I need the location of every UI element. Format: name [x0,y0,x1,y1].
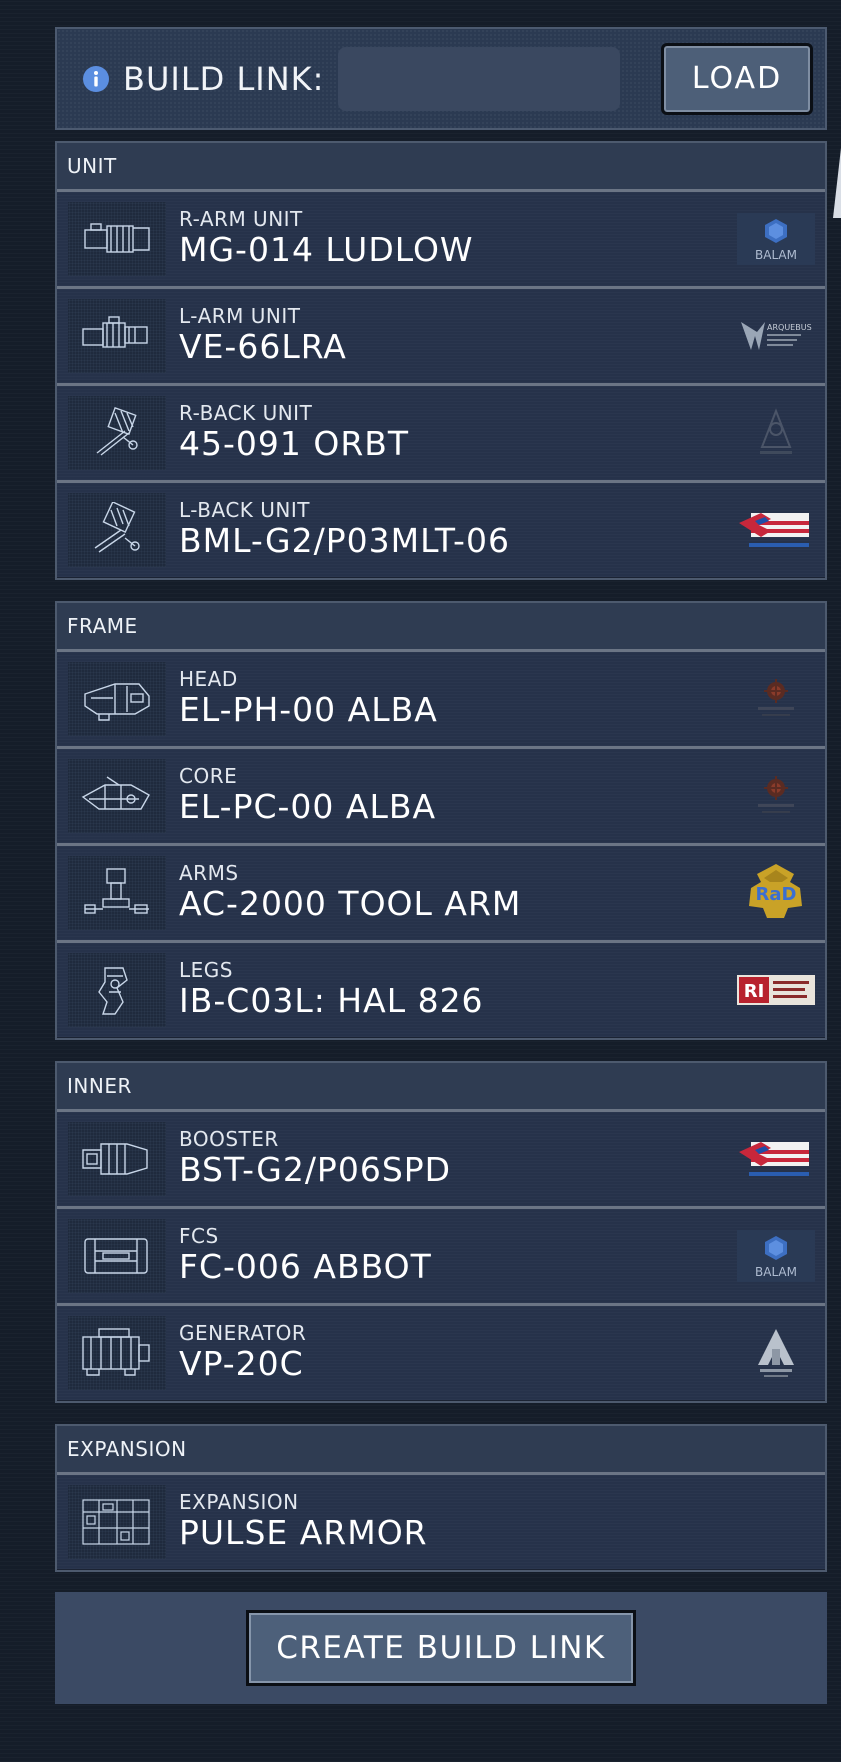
section-header: UNIT [57,143,825,192]
part-name: 45-091 ORBT [179,424,410,463]
rad-logo-icon: RaD [737,864,815,921]
allmind-logo-icon [737,405,815,461]
part-row-generator[interactable]: GENERATOR VP-20C [57,1306,825,1400]
build-link-label: BUILD LINK: [123,59,325,98]
part-row-core[interactable]: CORE EL-PC-00 ALBA [57,749,825,846]
part-text: LEGS IB-C03L: HAL 826 [179,959,484,1021]
slot-label: EXPANSION [179,1490,299,1514]
part-text: ARMS AC-2000 TOOL ARM [179,862,521,924]
part-row-arms[interactable]: ARMS AC-2000 TOOL ARM RaD [57,846,825,943]
arms-part-icon [68,856,166,930]
elcano-logo-icon [737,768,815,824]
load-button[interactable]: LOAD [661,42,813,115]
rifle-arm-icon [68,299,166,373]
furlong-dynamics-logo-icon [737,1131,815,1187]
part-name: BML-G2/P03MLT-06 [179,521,510,560]
balam-logo-icon: BALAM [737,211,815,267]
missile-launcher-icon [68,493,166,567]
slot-label: LEGS [179,958,233,982]
part-row-head[interactable]: HEAD EL-PH-00 ALBA [57,652,825,749]
edge-mark-icon [833,148,841,218]
part-name: FC-006 ABBOT [179,1247,432,1286]
elcano-logo-icon [737,671,815,727]
arquebus-add-logo-icon: ARQUEBUS [737,308,815,364]
slot-label: CORE [179,764,238,788]
parts-sections: UNIT R-ARM UNIT MG-014 LUDLOW BALAM L-ARM UN… [55,141,827,1572]
slot-label: L-ARM UNIT [179,304,301,328]
part-row-expansion[interactable]: EXPANSION PULSE ARMOR [57,1475,825,1569]
part-text: R-BACK UNIT 45-091 ORBT [179,402,409,464]
gatling-arm-icon [68,202,166,276]
orbit-launcher-icon [68,396,166,470]
part-text: R-ARM UNIT MG-014 LUDLOW [179,208,474,270]
fcs-part-icon [68,1219,166,1293]
slot-label: ARMS [179,861,239,885]
part-text: HEAD EL-PH-00 ALBA [179,668,438,730]
section-expansion: EXPANSION EXPANSION PULSE ARMOR [55,1424,827,1572]
slot-label: FCS [179,1224,219,1248]
section-inner: INNER BOOSTER BST-G2/P06SPD FCS FC-006 ABBOT… [55,1061,827,1403]
part-name: AC-2000 TOOL ARM [179,884,522,923]
part-row-fcs[interactable]: FCS FC-006 ABBOT BALAM [57,1209,825,1306]
ac-builder-panel: BUILD LINK: LOAD UNIT R-ARM UNIT MG-014 LU… [55,27,827,1704]
slot-label: BOOSTER [179,1127,279,1151]
part-text: BOOSTER BST-G2/P06SPD [179,1128,451,1190]
part-row-legs[interactable]: LEGS IB-C03L: HAL 826 RI [57,943,825,1037]
slot-label: R-BACK UNIT [179,401,313,425]
section-unit: UNIT R-ARM UNIT MG-014 LUDLOW BALAM L-ARM UN… [55,141,827,580]
furlong-dynamics-logo-icon [737,502,815,558]
part-text: FCS FC-006 ABBOT [179,1225,432,1287]
create-build-link-button[interactable]: CREATE BUILD LINK [246,1610,636,1686]
build-link-input[interactable] [338,46,621,111]
svg-text:BALAM: BALAM [755,248,797,262]
info-icon[interactable] [81,64,111,94]
part-name: BST-G2/P06SPD [179,1150,452,1189]
svg-text:RaD: RaD [756,884,797,905]
part-name: VP-20C [179,1344,304,1383]
arquebus-corp-logo-icon [737,1325,815,1381]
part-name: IB-C03L: HAL 826 [179,981,484,1020]
svg-text:BALAM: BALAM [755,1265,797,1279]
booster-part-icon [68,1122,166,1196]
part-text: CORE EL-PC-00 ALBA [179,765,436,827]
expansion-part-icon [68,1485,166,1559]
balam-logo-icon: BALAM [737,1228,815,1284]
part-text: L-BACK UNIT BML-G2/P03MLT-06 [179,499,510,561]
part-name: VE-66LRA [179,327,347,366]
part-row-r-arm-unit[interactable]: R-ARM UNIT MG-014 LUDLOW BALAM [57,192,825,289]
slot-label: R-ARM UNIT [179,207,303,231]
part-row-r-back-unit[interactable]: R-BACK UNIT 45-091 ORBT [57,386,825,483]
svg-text:RI: RI [744,981,765,1002]
footer-bar: CREATE BUILD LINK [55,1592,827,1704]
part-name: EL-PH-00 ALBA [179,690,438,729]
part-row-booster[interactable]: BOOSTER BST-G2/P06SPD [57,1112,825,1209]
section-header: FRAME [57,603,825,652]
part-name: EL-PC-00 ALBA [179,787,437,826]
part-text: EXPANSION PULSE ARMOR [179,1491,428,1553]
slot-label: L-BACK UNIT [179,498,310,522]
part-row-l-arm-unit[interactable]: L-ARM UNIT VE-66LRA ARQUEBUS [57,289,825,386]
section-frame: FRAME HEAD EL-PH-00 ALBA CORE EL-PC-00 ALBA A… [55,601,827,1040]
part-name: PULSE ARMOR [179,1513,428,1552]
head-part-icon [68,662,166,736]
section-header: INNER [57,1063,825,1112]
section-header: EXPANSION [57,1426,825,1475]
slot-label: GENERATOR [179,1321,307,1345]
legs-part-icon [68,953,166,1027]
part-row-l-back-unit[interactable]: L-BACK UNIT BML-G2/P03MLT-06 [57,483,825,577]
part-text: GENERATOR VP-20C [179,1322,306,1384]
generator-part-icon [68,1316,166,1390]
rubicon-research-logo-icon: RI [737,962,815,1018]
slot-label: HEAD [179,667,238,691]
part-name: MG-014 LUDLOW [179,230,474,269]
svg-text:ARQUEBUS: ARQUEBUS [767,323,812,332]
core-part-icon [68,759,166,833]
part-text: L-ARM UNIT VE-66LRA [179,305,347,367]
build-link-bar: BUILD LINK: LOAD [55,27,827,130]
